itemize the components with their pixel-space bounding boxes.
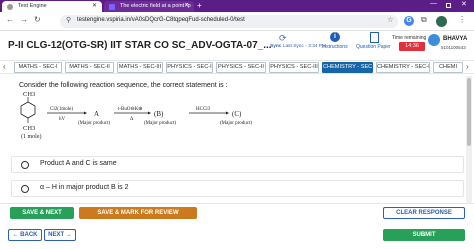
avatar (428, 34, 440, 46)
back-button[interactable]: ← BACK (8, 229, 42, 241)
browser-tab-test-engine[interactable]: Test Engine ✕ (2, 1, 102, 12)
new-tab-icon[interactable]: + (197, 1, 202, 10)
reactant-bottom-group: CH3 (23, 125, 35, 132)
page-title: P-II CLG-12(OTG-SR) IIT STAR CO SC_ADV-O… (8, 40, 272, 51)
time-remaining-label: Time remaining (392, 35, 427, 41)
close-icon[interactable]: ✕ (92, 1, 97, 12)
reactant-top-group: CH3 (23, 91, 35, 98)
forward-arrow-icon[interactable]: → (20, 15, 28, 24)
tab-chemistry-sec-1[interactable]: CHEMISTRY - SEC-I (322, 62, 373, 73)
question-paper-link[interactable]: Question Paper (356, 44, 391, 50)
browser-tab-title: The electric field at a point "p (120, 3, 191, 9)
sync-time: Last Sync - 3:34 PM (282, 44, 327, 49)
option-1[interactable]: Product A and C is same (11, 156, 464, 173)
user-name: BHAVYA (443, 36, 468, 42)
tab-maths-sec-3[interactable]: MATHS - SEC-III (117, 62, 163, 73)
instructions-link[interactable]: Instructions (322, 44, 348, 50)
chevron-left-icon[interactable]: ‹ (3, 62, 6, 71)
close-icon[interactable]: ✕ (184, 1, 189, 12)
sync-label: Sync (270, 44, 282, 49)
tab-physics-sec-2[interactable]: PHYSICS - SEC-II (216, 62, 266, 73)
browser-tab-electric-field[interactable]: The electric field at a point "p ✕ (104, 1, 194, 12)
product-a: A (94, 110, 99, 118)
product-b-note: (Major product) (144, 121, 176, 126)
minimize-icon[interactable]: — (430, 0, 437, 7)
countdown-timer: 14:36 (399, 42, 425, 51)
tab-chemistry-sec-2[interactable]: CHEMISTRY - SEC-II (376, 62, 430, 73)
browser-toolbar: ← → ↻ ⚲ testengine.vspiria.in/vA0sDQcrG-… (0, 12, 474, 31)
reaction-scheme: CH3 CH3 (1 mole) Cl2(1mole) hV A (Major … (20, 91, 252, 140)
document-icon[interactable] (370, 32, 379, 43)
chevron-right-icon[interactable]: › (466, 62, 469, 71)
question-text: Consider the following reaction sequence… (19, 82, 228, 89)
reagent-2-top: t-BuO⊖K⊕ (118, 106, 143, 112)
site-info-icon[interactable]: ⚲ (66, 16, 71, 24)
address-bar[interactable]: ⚲ testengine.vspiria.in/vA0sDQcrG-C8tqpe… (60, 14, 398, 28)
browser-menu-icon[interactable]: ⋮ (458, 15, 466, 24)
next-button[interactable]: NEXT → (44, 229, 76, 241)
back-arrow-icon[interactable]: ← (6, 15, 14, 24)
option-2-radio[interactable] (21, 185, 29, 193)
browser-tab-strip: Test Engine ✕ The electric field at a po… (0, 0, 474, 12)
profile-avatar-icon[interactable] (436, 16, 447, 27)
reagent-3-top: HCCl3 (196, 107, 211, 112)
user-id: 5101100543 (441, 45, 466, 50)
reagent-1-bottom: hV (59, 117, 66, 122)
extensions-icon[interactable]: ⧉ (421, 15, 427, 25)
url-text: testengine.vspiria.in/vA0sDQcrG-C8tqpeqF… (77, 17, 245, 23)
tab-physics-sec-3[interactable]: PHYSICS - SEC-III (269, 62, 319, 73)
google-icon[interactable]: G (404, 16, 414, 26)
reload-icon[interactable]: ↻ (34, 15, 41, 24)
reactant-note: (1 mole) (21, 133, 42, 140)
window-close-icon[interactable]: ✕ (461, 0, 467, 8)
info-icon[interactable]: i (330, 32, 340, 42)
sync-status: Sync Last Sync - 3:34 PM (270, 44, 326, 49)
maximize-icon[interactable] (446, 3, 451, 8)
globe-icon (7, 3, 13, 10)
option-2-text: α – H in major product B is 2 (40, 184, 129, 191)
save-and-mark-for-review-button[interactable]: SAVE & MARK FOR REVIEW (79, 207, 197, 219)
product-c-note: (Major product) (220, 121, 252, 126)
tab-favicon (109, 3, 115, 10)
product-c: (C) (232, 110, 242, 118)
option-1-text: Product A and C is same (40, 160, 117, 167)
save-and-next-button[interactable]: SAVE & NEXT (10, 207, 74, 219)
sync-icon[interactable]: ⟳ (279, 33, 287, 44)
reagent-2-bottom: Δ (130, 117, 134, 122)
reagent-1-top: Cl2(1mole) (50, 107, 73, 112)
option-1-radio[interactable] (21, 161, 29, 169)
scrollbar-thumb[interactable] (467, 78, 471, 146)
tab-physics-sec-1[interactable]: PHYSICS - SEC-I (166, 62, 213, 73)
bookmark-star-icon[interactable]: ☆ (387, 15, 394, 24)
tab-maths-sec-2[interactable]: MATHS - SEC-II (65, 62, 114, 73)
option-2[interactable]: α – H in major product B is 2 (11, 180, 464, 197)
product-a-note: (Major product) (78, 121, 110, 126)
clear-response-button[interactable]: CLEAR RESPONSE (383, 207, 465, 219)
tab-chemistry-sec-3[interactable]: CHEMI (433, 62, 463, 73)
browser-tab-title: Test Engine (18, 3, 47, 9)
product-b: (B) (154, 110, 164, 118)
tab-maths-sec-1[interactable]: MATHS - SEC-I (14, 62, 62, 73)
cyclohexane-ring (20, 101, 36, 119)
submit-button[interactable]: SUBMIT (383, 229, 465, 241)
